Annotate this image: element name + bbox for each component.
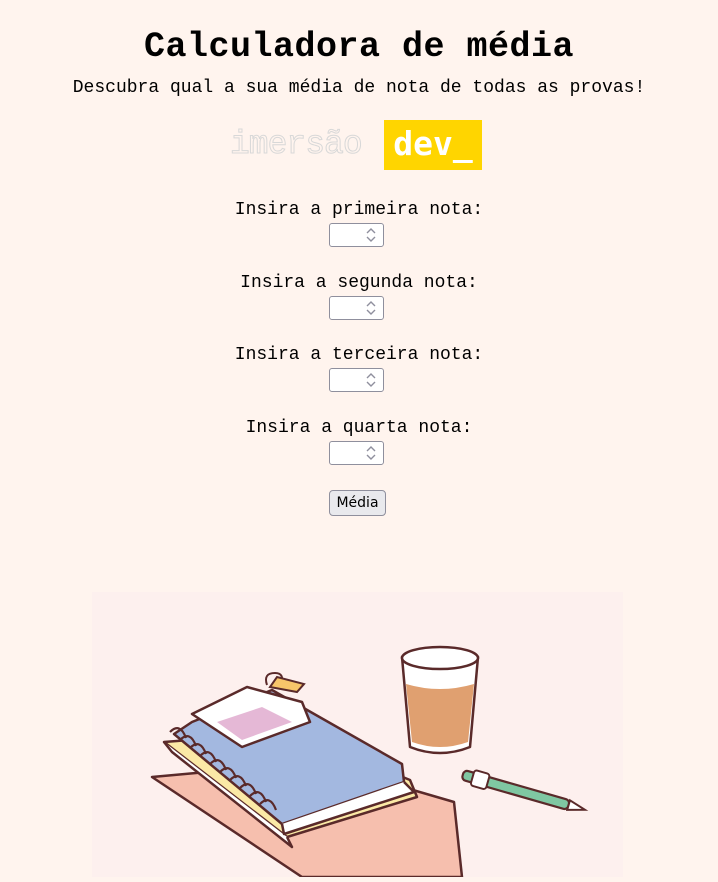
notebooks-illustration [92, 592, 623, 879]
spinner-arrows-icon[interactable] [362, 444, 380, 462]
spinner-arrows-icon[interactable] [362, 226, 380, 244]
page-title: Calculadora de média [143, 27, 575, 67]
third-grade-input[interactable] [329, 368, 384, 392]
second-grade-input[interactable] [329, 296, 384, 320]
first-grade-label: Insira a primeira nota: [234, 200, 484, 220]
calculate-average-button[interactable]: Média [329, 490, 386, 516]
first-grade-input[interactable] [329, 223, 384, 247]
logo-text-dev: dev_ [384, 120, 482, 170]
imersao-dev-logo: imersão dev_ [230, 120, 482, 170]
spinner-arrows-icon[interactable] [362, 299, 380, 317]
notebooks-glass-pen-icon [150, 645, 589, 879]
logo-text-imersao: imersão [230, 126, 364, 164]
page-subtitle: Descubra qual a sua média de nota de tod… [72, 78, 646, 98]
third-grade-label: Insira a terceira nota: [234, 345, 484, 365]
fourth-grade-label: Insira a quarta nota: [245, 418, 473, 438]
second-grade-label: Insira a segunda nota: [240, 273, 478, 293]
spinner-arrows-icon[interactable] [362, 371, 380, 389]
fourth-grade-input[interactable] [329, 441, 384, 465]
